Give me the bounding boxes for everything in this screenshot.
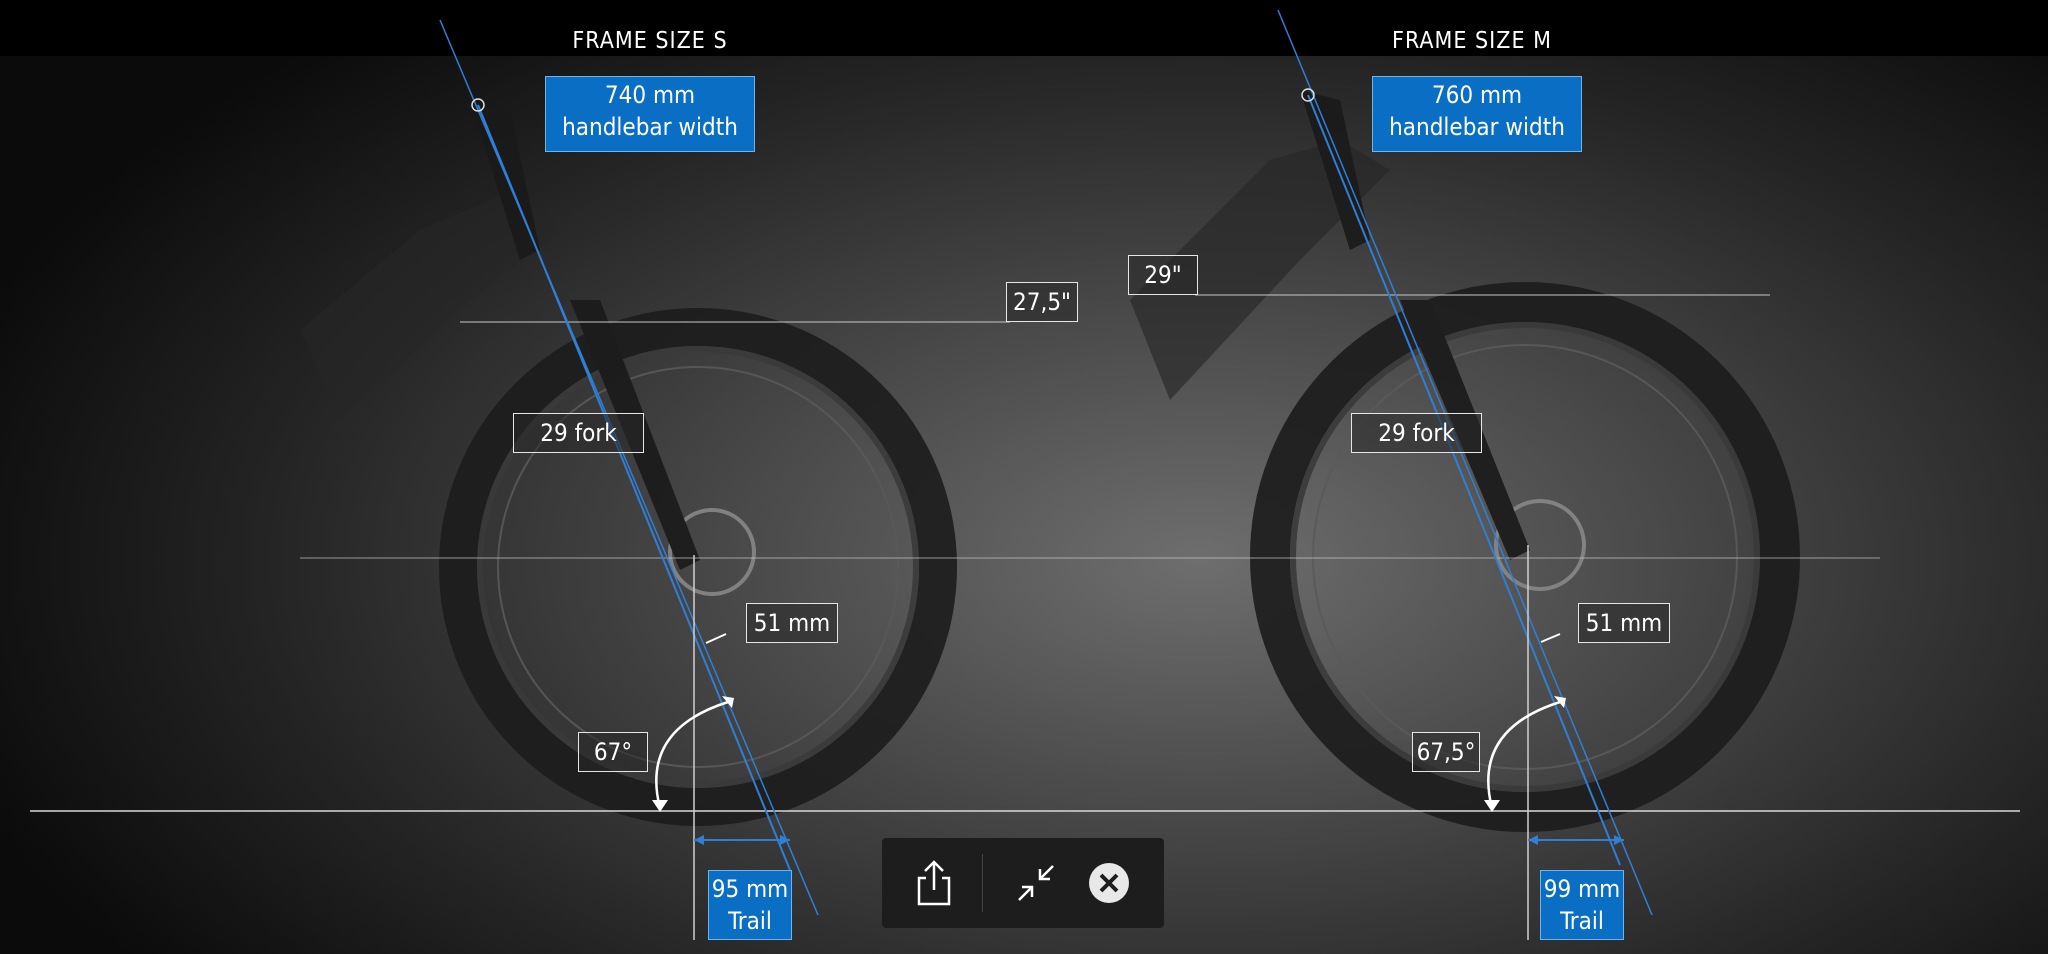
trail-arrow-s-left bbox=[694, 835, 704, 845]
offset-s-label: 51 mm bbox=[746, 603, 838, 643]
handlebar-width-m-value: 760 mm bbox=[1431, 81, 1523, 109]
bike-illustration bbox=[30, 9, 2020, 940]
head-angle-s-label: 67° bbox=[578, 732, 648, 772]
bike-s-drawing bbox=[300, 100, 957, 826]
trail-m-value: 99 mm bbox=[1543, 875, 1621, 903]
tyre-s bbox=[439, 308, 957, 826]
collapse-button[interactable] bbox=[1009, 856, 1063, 910]
handlebar-width-s-box: 740 mm handlebar width bbox=[545, 76, 755, 152]
trail-m-box: 99 mm Trail bbox=[1540, 870, 1624, 940]
wheel-size-m-label: 29" bbox=[1128, 255, 1198, 295]
trail-s-label: Trail bbox=[728, 907, 772, 935]
toolbar-separator bbox=[982, 854, 983, 912]
wheel-size-s-label: 27,5" bbox=[1006, 282, 1078, 322]
rim-m bbox=[1290, 322, 1760, 792]
frame-size-s-title: FRAME SIZE S bbox=[572, 28, 728, 54]
rim-m-inner bbox=[1312, 344, 1738, 770]
share-icon bbox=[917, 860, 951, 906]
trail-s-value: 95 mm bbox=[711, 875, 789, 903]
frame-size-m-title: FRAME SIZE M bbox=[1392, 28, 1552, 54]
trail-s-box: 95 mm Trail bbox=[708, 870, 792, 940]
fork-m-label: 29 fork bbox=[1351, 413, 1482, 453]
offset-m-label: 51 mm bbox=[1578, 603, 1670, 643]
head-angle-m-label: 67,5° bbox=[1412, 732, 1480, 772]
toolbar bbox=[882, 838, 1164, 928]
handlebar-width-m-label: handlebar width bbox=[1389, 113, 1565, 141]
collapse-icon bbox=[1018, 865, 1054, 901]
fork-s-label: 29 fork bbox=[513, 413, 644, 453]
offset-arrow-m bbox=[1540, 633, 1561, 643]
handlebar-width-s-label: handlebar width bbox=[562, 113, 738, 141]
handlebar-width-s-value: 740 mm bbox=[604, 81, 696, 109]
trail-m-label: Trail bbox=[1560, 907, 1604, 935]
tyre-m bbox=[1250, 282, 1800, 832]
close-button[interactable] bbox=[1082, 856, 1136, 910]
share-button[interactable] bbox=[907, 856, 961, 910]
geometry-stage: FRAME SIZE S 740 mm handlebar width 27,5… bbox=[0, 0, 2048, 954]
close-icon bbox=[1089, 863, 1129, 903]
offset-arrow-s bbox=[705, 633, 727, 644]
trail-arrow-m-left bbox=[1528, 835, 1538, 845]
handlebar-width-m-box: 760 mm handlebar width bbox=[1372, 76, 1582, 152]
